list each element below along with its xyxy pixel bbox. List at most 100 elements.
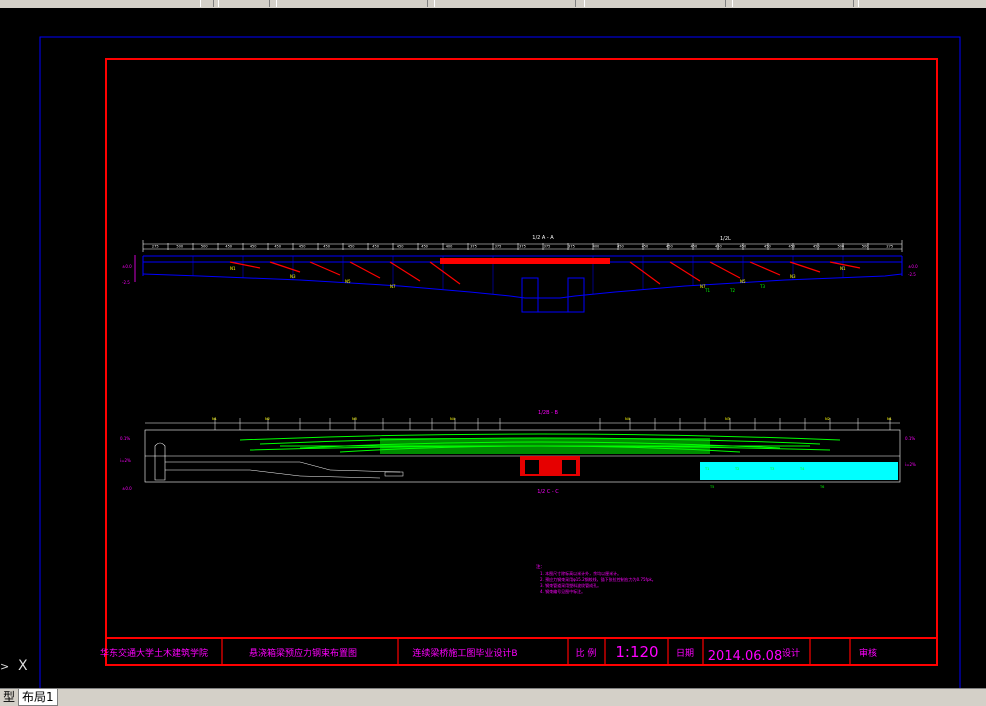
dimension-text: 275 (152, 245, 159, 249)
dimension-text: 450 (740, 245, 747, 249)
svg-text:i=2%: i=2% (120, 458, 131, 463)
title-block: 华东交通大学土木建筑学院 悬浇箱梁预应力钢束布置图 连续梁桥施工图毕业设计B 比… (100, 637, 937, 665)
dimension-text: 500 (837, 245, 844, 249)
dimension-text: 375 (519, 245, 526, 249)
ucs-arrow-icon: > (0, 660, 10, 673)
dimension-text: 375 (495, 245, 502, 249)
svg-text:N3: N3 (352, 417, 357, 421)
svg-text:T3: T3 (769, 467, 774, 471)
dimension-text: 375 (470, 245, 477, 249)
dimension-text: 450 (764, 245, 771, 249)
dimension-text: 450 (299, 245, 306, 249)
svg-text:N4: N4 (450, 417, 456, 421)
dimension-text: 450 (421, 245, 428, 249)
dimension-text: 450 (691, 245, 698, 249)
svg-text:T1: T1 (704, 467, 709, 471)
svg-text:T2: T2 (729, 288, 735, 293)
dimension-text: 450 (813, 245, 820, 249)
svg-text:±0.0: ±0.0 (122, 486, 132, 491)
svg-text:N3: N3 (290, 274, 296, 279)
svg-text:1:120: 1:120 (615, 643, 658, 661)
dimension-text: 500 (201, 245, 208, 249)
toolbar-button[interactable] (200, 0, 214, 7)
svg-text:±0.0: ±0.0 (122, 264, 132, 269)
dimension-text: 450 (617, 245, 624, 249)
dimension-text: 400 (593, 245, 600, 249)
drawing-frame (105, 58, 938, 666)
svg-text:设计: 设计 (782, 647, 800, 659)
svg-text:连续梁桥施工图毕业设计B: 连续梁桥施工图毕业设计B (412, 647, 517, 659)
dimension-text: 275 (886, 245, 893, 249)
svg-text:0.1%: 0.1% (905, 436, 915, 441)
dimension-text: 450 (397, 245, 404, 249)
svg-text:2. 预应力钢束采用φ15.2钢绞线，锚下张拉控制应力为0.: 2. 预应力钢束采用φ15.2钢绞线，锚下张拉控制应力为0.75fpk。 (540, 576, 656, 582)
plan-view: 1/2B - B 1/2 C - C N1 N2 N3 N4 N4 N3 N2 N (120, 410, 916, 495)
svg-text:T1: T1 (704, 288, 710, 293)
svg-text:注：: 注： (536, 563, 545, 570)
dimension-text: 450 (372, 245, 379, 249)
tab-layout1[interactable]: 布局1 (18, 689, 58, 706)
dimension-text: 500 (862, 245, 869, 249)
notes: 注： 1. 本图尺寸除标高以米计外，余均以厘米计。 2. 预应力钢束采用φ15.… (536, 563, 656, 594)
toolbar-dropdown[interactable] (218, 0, 270, 7)
drawing-svg: 1/2 A - A 1/2L N1N3N5 N7 N7N5 N3N1 T1 T2… (39, 36, 961, 692)
dimension-text: 375 (544, 245, 551, 249)
svg-text:N1: N1 (840, 266, 846, 271)
dimension-text: 450 (788, 245, 795, 249)
drawing-canvas[interactable]: 1/2 A - A 1/2L N1 N3 N5 N7 N7 N5 N3 N1 T… (0, 8, 986, 692)
sheet-border (39, 36, 961, 692)
svg-text:±0.0: ±0.0 (908, 264, 918, 269)
svg-text:N5: N5 (345, 279, 351, 284)
dimension-text: 450 (715, 245, 722, 249)
dimension-text: 500 (176, 245, 183, 249)
dimension-text: 450 (666, 245, 673, 249)
tab-model[interactable]: 型 (0, 689, 18, 705)
lineweight-dropdown[interactable] (732, 0, 854, 7)
svg-text:N3: N3 (725, 417, 730, 421)
svg-text:N1: N1 (230, 266, 236, 271)
dimension-text: 450 (348, 245, 355, 249)
svg-text:i=2%: i=2% (905, 462, 916, 467)
svg-text:T3: T3 (759, 284, 765, 289)
svg-text:T4: T4 (799, 467, 805, 471)
svg-text:日期: 日期 (676, 648, 694, 659)
svg-text:N7: N7 (390, 284, 396, 289)
svg-text:0.1%: 0.1% (120, 436, 130, 441)
ucs-x-label: X (18, 658, 28, 674)
layer-dropdown[interactable] (276, 0, 428, 7)
svg-text:华东交通大学土木建筑学院: 华东交通大学土木建筑学院 (100, 647, 208, 659)
svg-text:审核: 审核 (859, 647, 877, 659)
svg-text:N2: N2 (265, 417, 270, 421)
dimension-text: 375 (568, 245, 575, 249)
dimension-text: 450 (250, 245, 257, 249)
dimension-text: 450 (225, 245, 232, 249)
svg-text:1/2B - B: 1/2B - B (538, 410, 558, 416)
dimension-text: 450 (323, 245, 330, 249)
svg-text:1/2 C - C: 1/2 C - C (537, 489, 559, 495)
linetype-dropdown[interactable] (584, 0, 726, 7)
svg-text:1. 本图尺寸除标高以米计外，余均以厘米计。: 1. 本图尺寸除标高以米计外，余均以厘米计。 (540, 570, 621, 576)
svg-text:-2.5: -2.5 (908, 272, 916, 277)
svg-text:2014.06.08: 2014.06.08 (708, 649, 782, 664)
svg-text:N4: N4 (625, 417, 631, 421)
svg-text:1/2L: 1/2L (720, 236, 731, 242)
svg-text:比 例: 比 例 (576, 647, 597, 659)
svg-text:悬浇箱梁预应力钢束布置图: 悬浇箱梁预应力钢束布置图 (249, 647, 357, 659)
svg-text:-2.5: -2.5 (122, 280, 130, 285)
svg-text:N1: N1 (212, 417, 217, 421)
dimension-text: 450 (642, 245, 649, 249)
layout-tabs: 型 布局1 (0, 688, 986, 706)
svg-text:N3: N3 (790, 274, 796, 279)
svg-text:N2: N2 (825, 417, 830, 421)
color-dropdown[interactable] (434, 0, 576, 7)
svg-text:T2: T2 (734, 467, 739, 471)
svg-text:N1: N1 (887, 417, 892, 421)
dimension-text: 450 (274, 245, 281, 249)
svg-text:T6: T6 (819, 485, 824, 489)
svg-text:4. 钢束编号见图中标注。: 4. 钢束编号见图中标注。 (540, 588, 585, 594)
svg-text:3. 钢束管道采用塑料波纹管成孔。: 3. 钢束管道采用塑料波纹管成孔。 (540, 582, 601, 588)
dimension-text: 400 (446, 245, 453, 249)
svg-text:T5: T5 (709, 485, 714, 489)
plotstyle-dropdown[interactable] (858, 0, 986, 7)
svg-text:N5: N5 (740, 279, 746, 284)
